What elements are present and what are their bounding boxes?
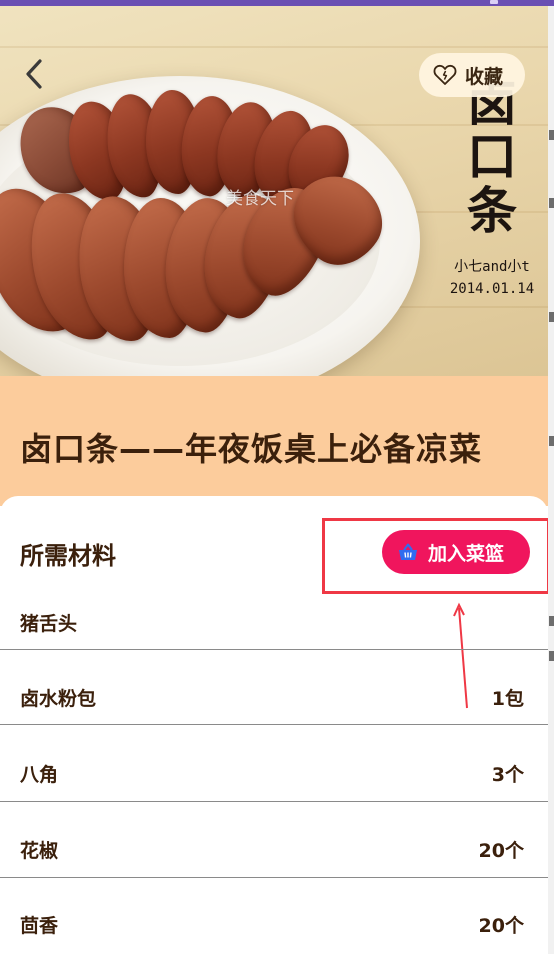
ingredient-row: 茴香 20个 [0, 878, 548, 954]
image-calligraphy: 卤口条 [467, 73, 517, 240]
ingredient-name: 茴香 [20, 915, 59, 937]
favorite-button[interactable]: 收藏 [419, 53, 525, 97]
ingredient-name: 猪舌头 [20, 613, 78, 635]
ingredient-row: 卤水粉包 1包 [0, 650, 548, 725]
ingredient-amount: 1包 [491, 688, 524, 710]
image-watermark: 美食天下 [226, 189, 294, 209]
ingredient-name: 八角 [20, 764, 59, 786]
image-credit-date: 2014.01.14 [449, 281, 535, 297]
recipe-title: 卤口条——年夜饭桌上必备凉菜 [20, 430, 483, 468]
chevron-left-icon [26, 59, 42, 89]
ingredients-heading: 所需材料 [20, 542, 116, 570]
adjacent-window-edge [548, 6, 554, 954]
ingredient-amount: 20个 [478, 915, 524, 937]
ingredient-amount: 3个 [491, 764, 524, 786]
image-credit: 小七and小t 2014.01.14 [440, 256, 544, 300]
ingredient-name: 卤水粉包 [20, 688, 97, 710]
ingredient-row: 八角 3个 [0, 725, 548, 802]
favorite-label: 收藏 [465, 65, 504, 88]
heart-outline-icon [433, 64, 457, 85]
ingredient-amount: 20个 [478, 840, 524, 862]
ingredient-row: 花椒 20个 [0, 802, 548, 878]
image-credit-author: 小七and小t [454, 259, 530, 275]
status-indicator [490, 0, 498, 4]
ingredient-row: 猪舌头 [0, 575, 548, 650]
back-button[interactable] [14, 54, 54, 94]
ingredient-name: 花椒 [20, 840, 59, 862]
